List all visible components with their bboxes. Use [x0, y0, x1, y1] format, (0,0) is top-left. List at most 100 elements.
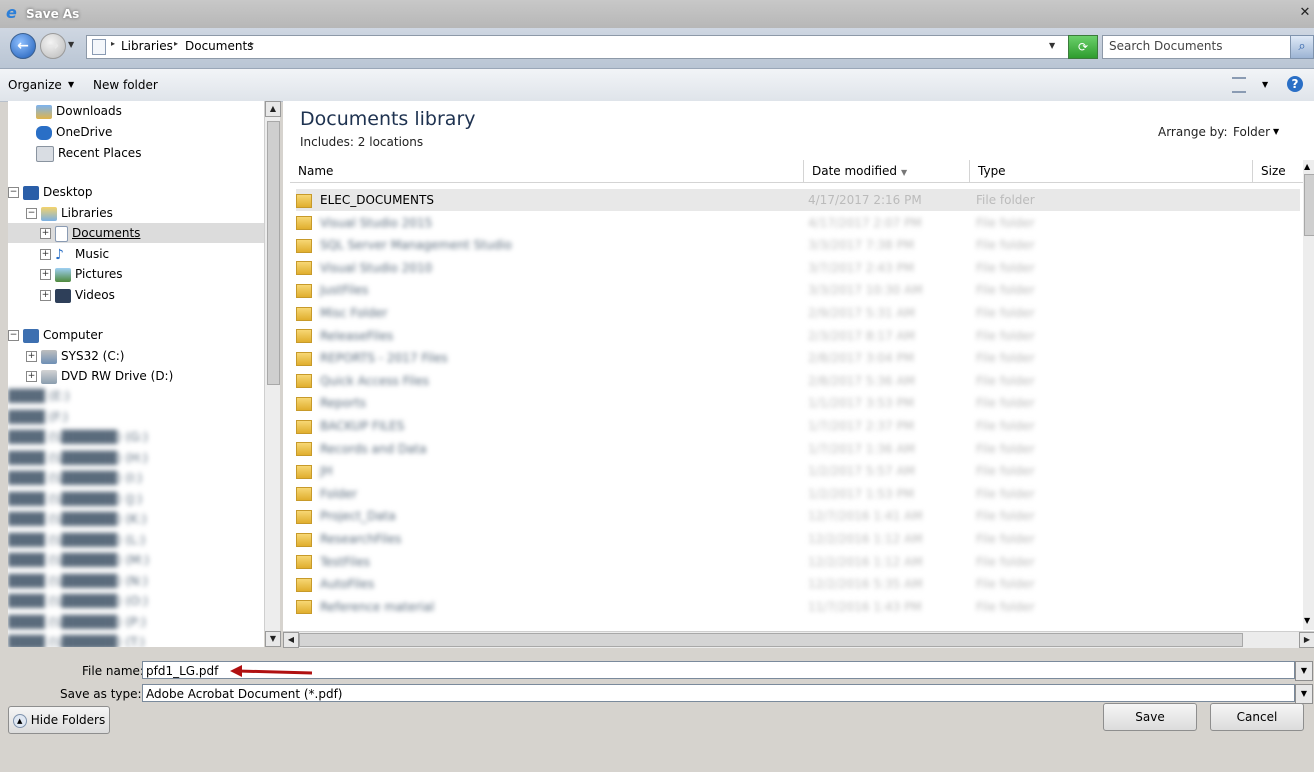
nav-item-downloads[interactable]: Downloads: [36, 101, 122, 121]
organize-dropdown-icon[interactable]: ▼: [68, 80, 74, 89]
file-row[interactable]: TestFiles 12/2/2016 1:12 AM File folder: [296, 551, 1300, 573]
view-dropdown-icon[interactable]: ▼: [1262, 80, 1268, 89]
file-type: File folder: [976, 328, 1035, 343]
nav-item-blurred[interactable]: ████ (\\██████) (I:): [8, 468, 142, 488]
file-row[interactable]: ReleaseFiles 2/3/2017 8:17 AM File folder: [296, 325, 1300, 347]
help-icon[interactable]: ?: [1287, 76, 1303, 92]
scroll-thumb[interactable]: [267, 121, 280, 385]
file-row[interactable]: JH 1/2/2017 5:57 AM File folder: [296, 460, 1300, 482]
file-row[interactable]: JustFiles 3/3/2017 10:30 AM File folder: [296, 279, 1300, 301]
view-options-icon[interactable]: [1232, 77, 1246, 93]
file-row[interactable]: Quick Access Files 2/8/2017 5:36 AM File f…: [296, 370, 1300, 392]
nav-item-recent-places[interactable]: Recent Places: [36, 143, 141, 163]
file-type: File folder: [976, 464, 1035, 479]
back-button[interactable]: ←: [10, 33, 36, 59]
file-name-input[interactable]: pfd1_LG.pdf: [142, 661, 1295, 679]
expand-icon[interactable]: +: [40, 269, 51, 280]
nav-item-blurred[interactable]: ████ (\\██████) (P:): [8, 612, 146, 632]
arrange-by-value[interactable]: Folder: [1233, 125, 1270, 139]
nav-item-blurred[interactable]: ████ (\\██████) (J:): [8, 489, 142, 509]
search-input[interactable]: Search Documents: [1102, 35, 1292, 59]
nav-item-drive-d[interactable]: + DVD RW Drive (D:): [26, 366, 173, 386]
nav-item-blurred[interactable]: ████ (\\██████) (L:): [8, 530, 145, 550]
nav-item-blurred[interactable]: ████ (F:): [8, 407, 68, 427]
nav-item-blurred[interactable]: ████ (\\██████) (O:): [8, 591, 148, 611]
hide-folders-button[interactable]: ▲ Hide Folders: [8, 706, 110, 734]
file-name-dropdown-icon[interactable]: ▼: [1295, 661, 1313, 681]
save-button[interactable]: Save: [1103, 703, 1197, 731]
nav-item-music[interactable]: + ♪ Music: [40, 244, 109, 264]
scroll-up-icon[interactable]: ▲: [1304, 162, 1310, 171]
scroll-up-icon[interactable]: ▲: [265, 101, 281, 117]
nav-item-blurred[interactable]: ████ (\\██████) (G:): [8, 427, 148, 447]
nav-item-blurred[interactable]: ████ (\\██████) (N:): [8, 571, 148, 591]
navigation-pane-scrollbar[interactable]: ▲ ▼: [264, 101, 281, 647]
collapse-icon[interactable]: −: [8, 187, 19, 198]
breadcrumb-libraries[interactable]: Libraries: [121, 39, 173, 53]
close-icon[interactable]: ✕: [1298, 6, 1312, 20]
file-row[interactable]: Visual Studio 2015 4/17/2017 2:07 PM File …: [296, 212, 1300, 234]
nav-item-onedrive[interactable]: OneDrive: [36, 122, 112, 142]
nav-item-blurred[interactable]: ████ (\\██████) (H:): [8, 448, 148, 468]
file-row[interactable]: Reference material 11/7/2016 1:43 PM File …: [296, 596, 1300, 618]
file-list-vertical-scrollbar[interactable]: ▲ ▼: [1303, 160, 1314, 630]
scroll-right-icon[interactable]: ▶: [1299, 632, 1314, 648]
breadcrumb-documents[interactable]: Documents: [185, 39, 253, 53]
column-header-date-modified[interactable]: Date modified ▼: [804, 160, 970, 182]
expand-icon[interactable]: +: [40, 290, 51, 301]
arrange-dropdown-icon[interactable]: ▼: [1273, 127, 1279, 136]
save-as-type-select[interactable]: Adobe Acrobat Document (*.pdf): [142, 684, 1295, 702]
file-row[interactable]: Folder 1/2/2017 1:53 PM File folder: [296, 483, 1300, 505]
file-name: BACKUP FILES: [320, 419, 405, 433]
scroll-down-icon[interactable]: ▼: [265, 631, 281, 647]
forward-button[interactable]: →: [40, 33, 66, 59]
expand-icon[interactable]: +: [40, 228, 51, 239]
expand-icon[interactable]: +: [26, 351, 37, 362]
nav-item-blurred[interactable]: ████ (\\██████) (K:): [8, 509, 147, 529]
scroll-thumb[interactable]: [1304, 174, 1314, 236]
file-row[interactable]: ELEC_DOCUMENTS 4/17/2017 2:16 PM File fold…: [296, 189, 1300, 211]
file-row[interactable]: ResearchFiles 12/2/2016 1:12 AM File folde…: [296, 528, 1300, 550]
nav-item-desktop[interactable]: − Desktop: [8, 182, 93, 202]
collapse-icon[interactable]: −: [8, 330, 19, 341]
expand-icon[interactable]: +: [40, 249, 51, 260]
library-subtitle[interactable]: Includes: 2 locations: [300, 135, 423, 149]
scroll-left-icon[interactable]: ◀: [283, 632, 299, 648]
cancel-button[interactable]: Cancel: [1210, 703, 1304, 731]
file-row[interactable]: AutoFiles 12/2/2016 5:35 AM File folder: [296, 573, 1300, 595]
column-header-size[interactable]: Size: [1253, 160, 1301, 182]
file-row[interactable]: SQL Server Management Studio 3/3/2017 7:3…: [296, 234, 1300, 256]
new-folder-button[interactable]: New folder: [93, 78, 158, 92]
file-row[interactable]: Records and Data 1/7/2017 1:36 AM File fol…: [296, 438, 1300, 460]
file-row[interactable]: REPORTS - 2017 Files 2/8/2017 3:04 PM File…: [296, 347, 1300, 369]
file-row[interactable]: Reports 1/1/2017 3:53 PM File folder: [296, 392, 1300, 414]
search-icon[interactable]: ⌕: [1290, 35, 1314, 59]
address-bar[interactable]: ▸ Libraries ▸ Documents ▸ ▼: [86, 35, 1070, 59]
nav-item-drive-c[interactable]: + SYS32 (C:): [26, 346, 124, 366]
nav-item-blurred[interactable]: ████ (E:): [8, 386, 70, 406]
scroll-thumb[interactable]: [299, 633, 1243, 647]
nav-item-computer[interactable]: − Computer: [8, 325, 103, 345]
history-chevron-icon[interactable]: ▼: [68, 40, 74, 49]
expand-icon[interactable]: +: [26, 371, 37, 382]
file-row[interactable]: Misc Folder 2/9/2017 5:31 AM File folder: [296, 302, 1300, 324]
refresh-button[interactable]: ⟳: [1068, 35, 1098, 59]
nav-item-blurred[interactable]: ████ (\\██████) (T:): [8, 632, 145, 647]
file-type: File folder: [976, 306, 1035, 320]
nav-item-blurred[interactable]: ████ (\\██████) (M:): [8, 550, 149, 570]
file-row[interactable]: Project_Data 12/7/2016 1:41 AM File folder: [296, 505, 1300, 527]
column-header-name[interactable]: Name: [290, 160, 804, 182]
file-row[interactable]: Visual Studio 2010 3/7/2017 2:43 PM File f…: [296, 257, 1300, 279]
column-header-type[interactable]: Type: [970, 160, 1253, 182]
file-list-horizontal-scrollbar[interactable]: ◀ ▶: [283, 631, 1314, 648]
file-row[interactable]: BACKUP FILES 1/7/2017 2:37 PM File folder: [296, 415, 1300, 437]
nav-item-documents[interactable]: + Documents: [8, 223, 264, 243]
collapse-icon[interactable]: −: [26, 208, 37, 219]
nav-item-videos[interactable]: + Videos: [40, 285, 115, 305]
address-dropdown-icon[interactable]: ▼: [1049, 41, 1055, 50]
nav-item-pictures[interactable]: + Pictures: [40, 264, 123, 284]
save-as-type-dropdown-icon[interactable]: ▼: [1295, 684, 1313, 704]
organize-button[interactable]: Organize: [8, 78, 62, 92]
nav-item-libraries[interactable]: − Libraries: [26, 203, 113, 223]
scroll-down-icon[interactable]: ▼: [1304, 616, 1310, 625]
